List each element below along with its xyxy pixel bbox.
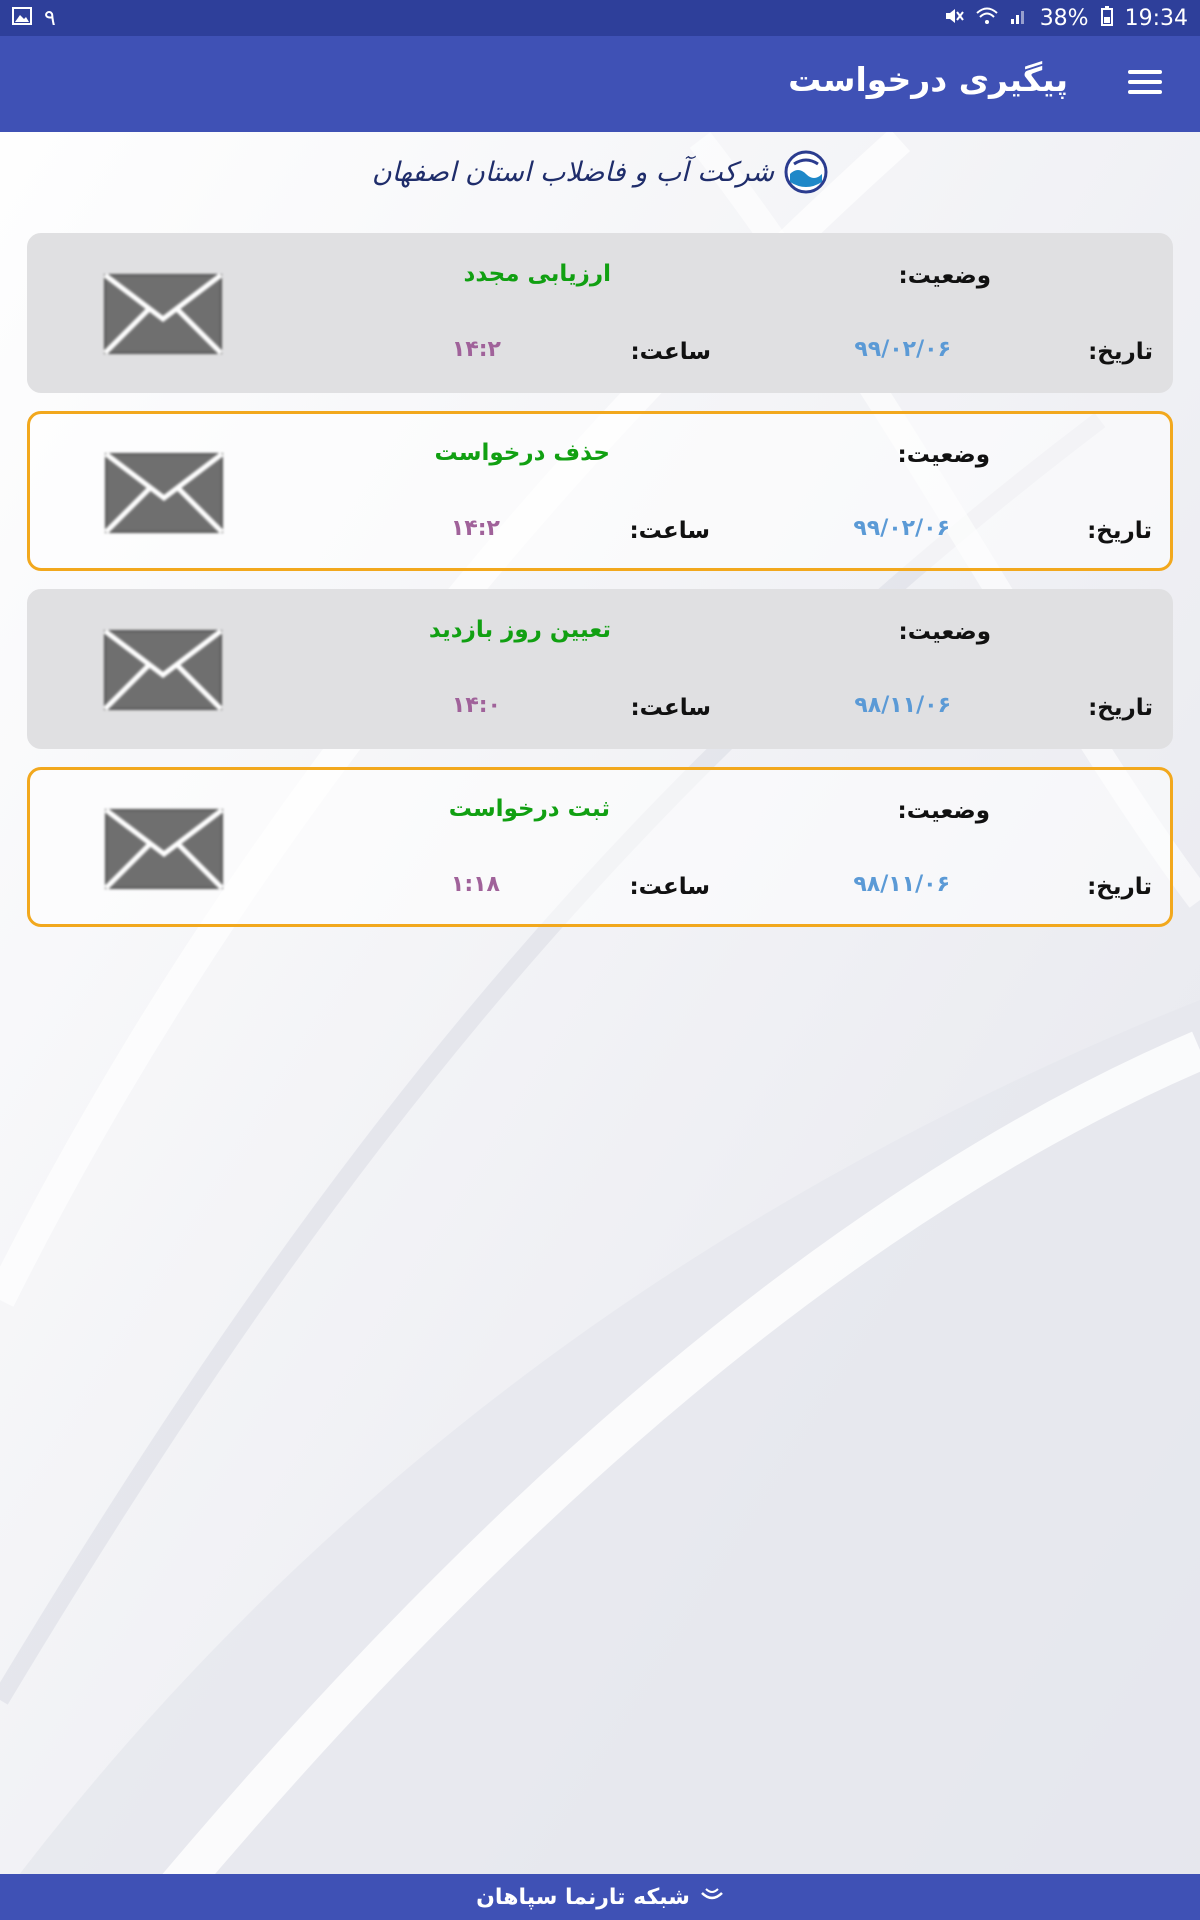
date-value: ۹۹/۰۲/۰۶ [853, 516, 950, 541]
battery-icon [1100, 5, 1113, 31]
time-value: ۱۴:۲ [451, 337, 501, 362]
footer-text: شبکه تارنما سپاهان [476, 1884, 690, 1910]
date-value: ۹۸/۱۱/۰۶ [854, 693, 951, 718]
envelope-icon [104, 452, 224, 534]
status-value: ثبت درخواست [448, 796, 610, 822]
date-value: ۹۹/۰۲/۰۶ [854, 337, 951, 362]
request-card[interactable]: وضعیت: ثبت درخواست تاریخ: ۹۸/۱۱/۰۶ ساعت:… [27, 767, 1173, 927]
mute-icon [944, 6, 964, 31]
battery-percentage: 38% [1039, 5, 1089, 31]
footer-bar: شبکه تارنما سپاهان [0, 1874, 1200, 1920]
system-status-bar: ۹ 38% 19:34 [0, 0, 1200, 36]
time-label: ساعت: [629, 518, 710, 544]
status-bar-clock: 19:34 [1124, 5, 1188, 31]
time-label: ساعت: [630, 695, 711, 721]
status-label: وضعیت: [897, 442, 990, 468]
status-value: حذف درخواست [434, 440, 610, 466]
app-bar: پیگیری درخواست [0, 36, 1200, 132]
water-company-logo-icon [784, 150, 828, 194]
date-value: ۹۸/۱۱/۰۶ [853, 872, 950, 897]
status-label: وضعیت: [897, 798, 990, 824]
status-value: تعیین روز بازدید [428, 617, 611, 643]
date-label: تاریخ: [1087, 518, 1152, 544]
status-bar-right: 38% 19:34 [944, 5, 1188, 31]
time-label: ساعت: [630, 339, 711, 365]
envelope-icon [103, 273, 223, 355]
request-card[interactable]: وضعیت: ارزیابی مجدد تاریخ: ۹۹/۰۲/۰۶ ساعت… [27, 233, 1173, 393]
envelope-icon [103, 629, 223, 711]
image-icon [12, 6, 32, 30]
time-value: ۱۴:۲ [450, 516, 500, 541]
network-logo-icon [700, 1885, 724, 1910]
status-value: ارزیابی مجدد [463, 261, 611, 287]
envelope-icon [104, 808, 224, 890]
status-label: وضعیت: [898, 619, 991, 645]
hamburger-menu-icon[interactable] [1128, 64, 1162, 100]
time-value: ۱۴:۰ [451, 693, 501, 718]
wifi-icon [976, 7, 998, 30]
time-value: ۱:۱۸ [450, 872, 500, 897]
request-card[interactable]: وضعیت: حذف درخواست تاریخ: ۹۹/۰۲/۰۶ ساعت:… [27, 411, 1173, 571]
company-name: شرکت آب و فاضلاب استان اصفهان [371, 156, 775, 188]
date-label: تاریخ: [1088, 339, 1153, 365]
time-label: ساعت: [629, 874, 710, 900]
date-label: تاریخ: [1087, 874, 1152, 900]
date-label: تاریخ: [1088, 695, 1153, 721]
status-label: وضعیت: [898, 263, 991, 289]
status-bar-notification-count: ۹ [44, 5, 56, 31]
signal-icon [1010, 7, 1028, 30]
request-list: وضعیت: ارزیابی مجدد تاریخ: ۹۹/۰۲/۰۶ ساعت… [27, 233, 1173, 945]
status-bar-left: ۹ [12, 6, 56, 31]
company-logo: شرکت آب و فاضلاب استان اصفهان [0, 140, 1200, 204]
request-card[interactable]: وضعیت: تعیین روز بازدید تاریخ: ۹۸/۱۱/۰۶ … [27, 589, 1173, 749]
page-title: پیگیری درخواست [788, 60, 1068, 99]
